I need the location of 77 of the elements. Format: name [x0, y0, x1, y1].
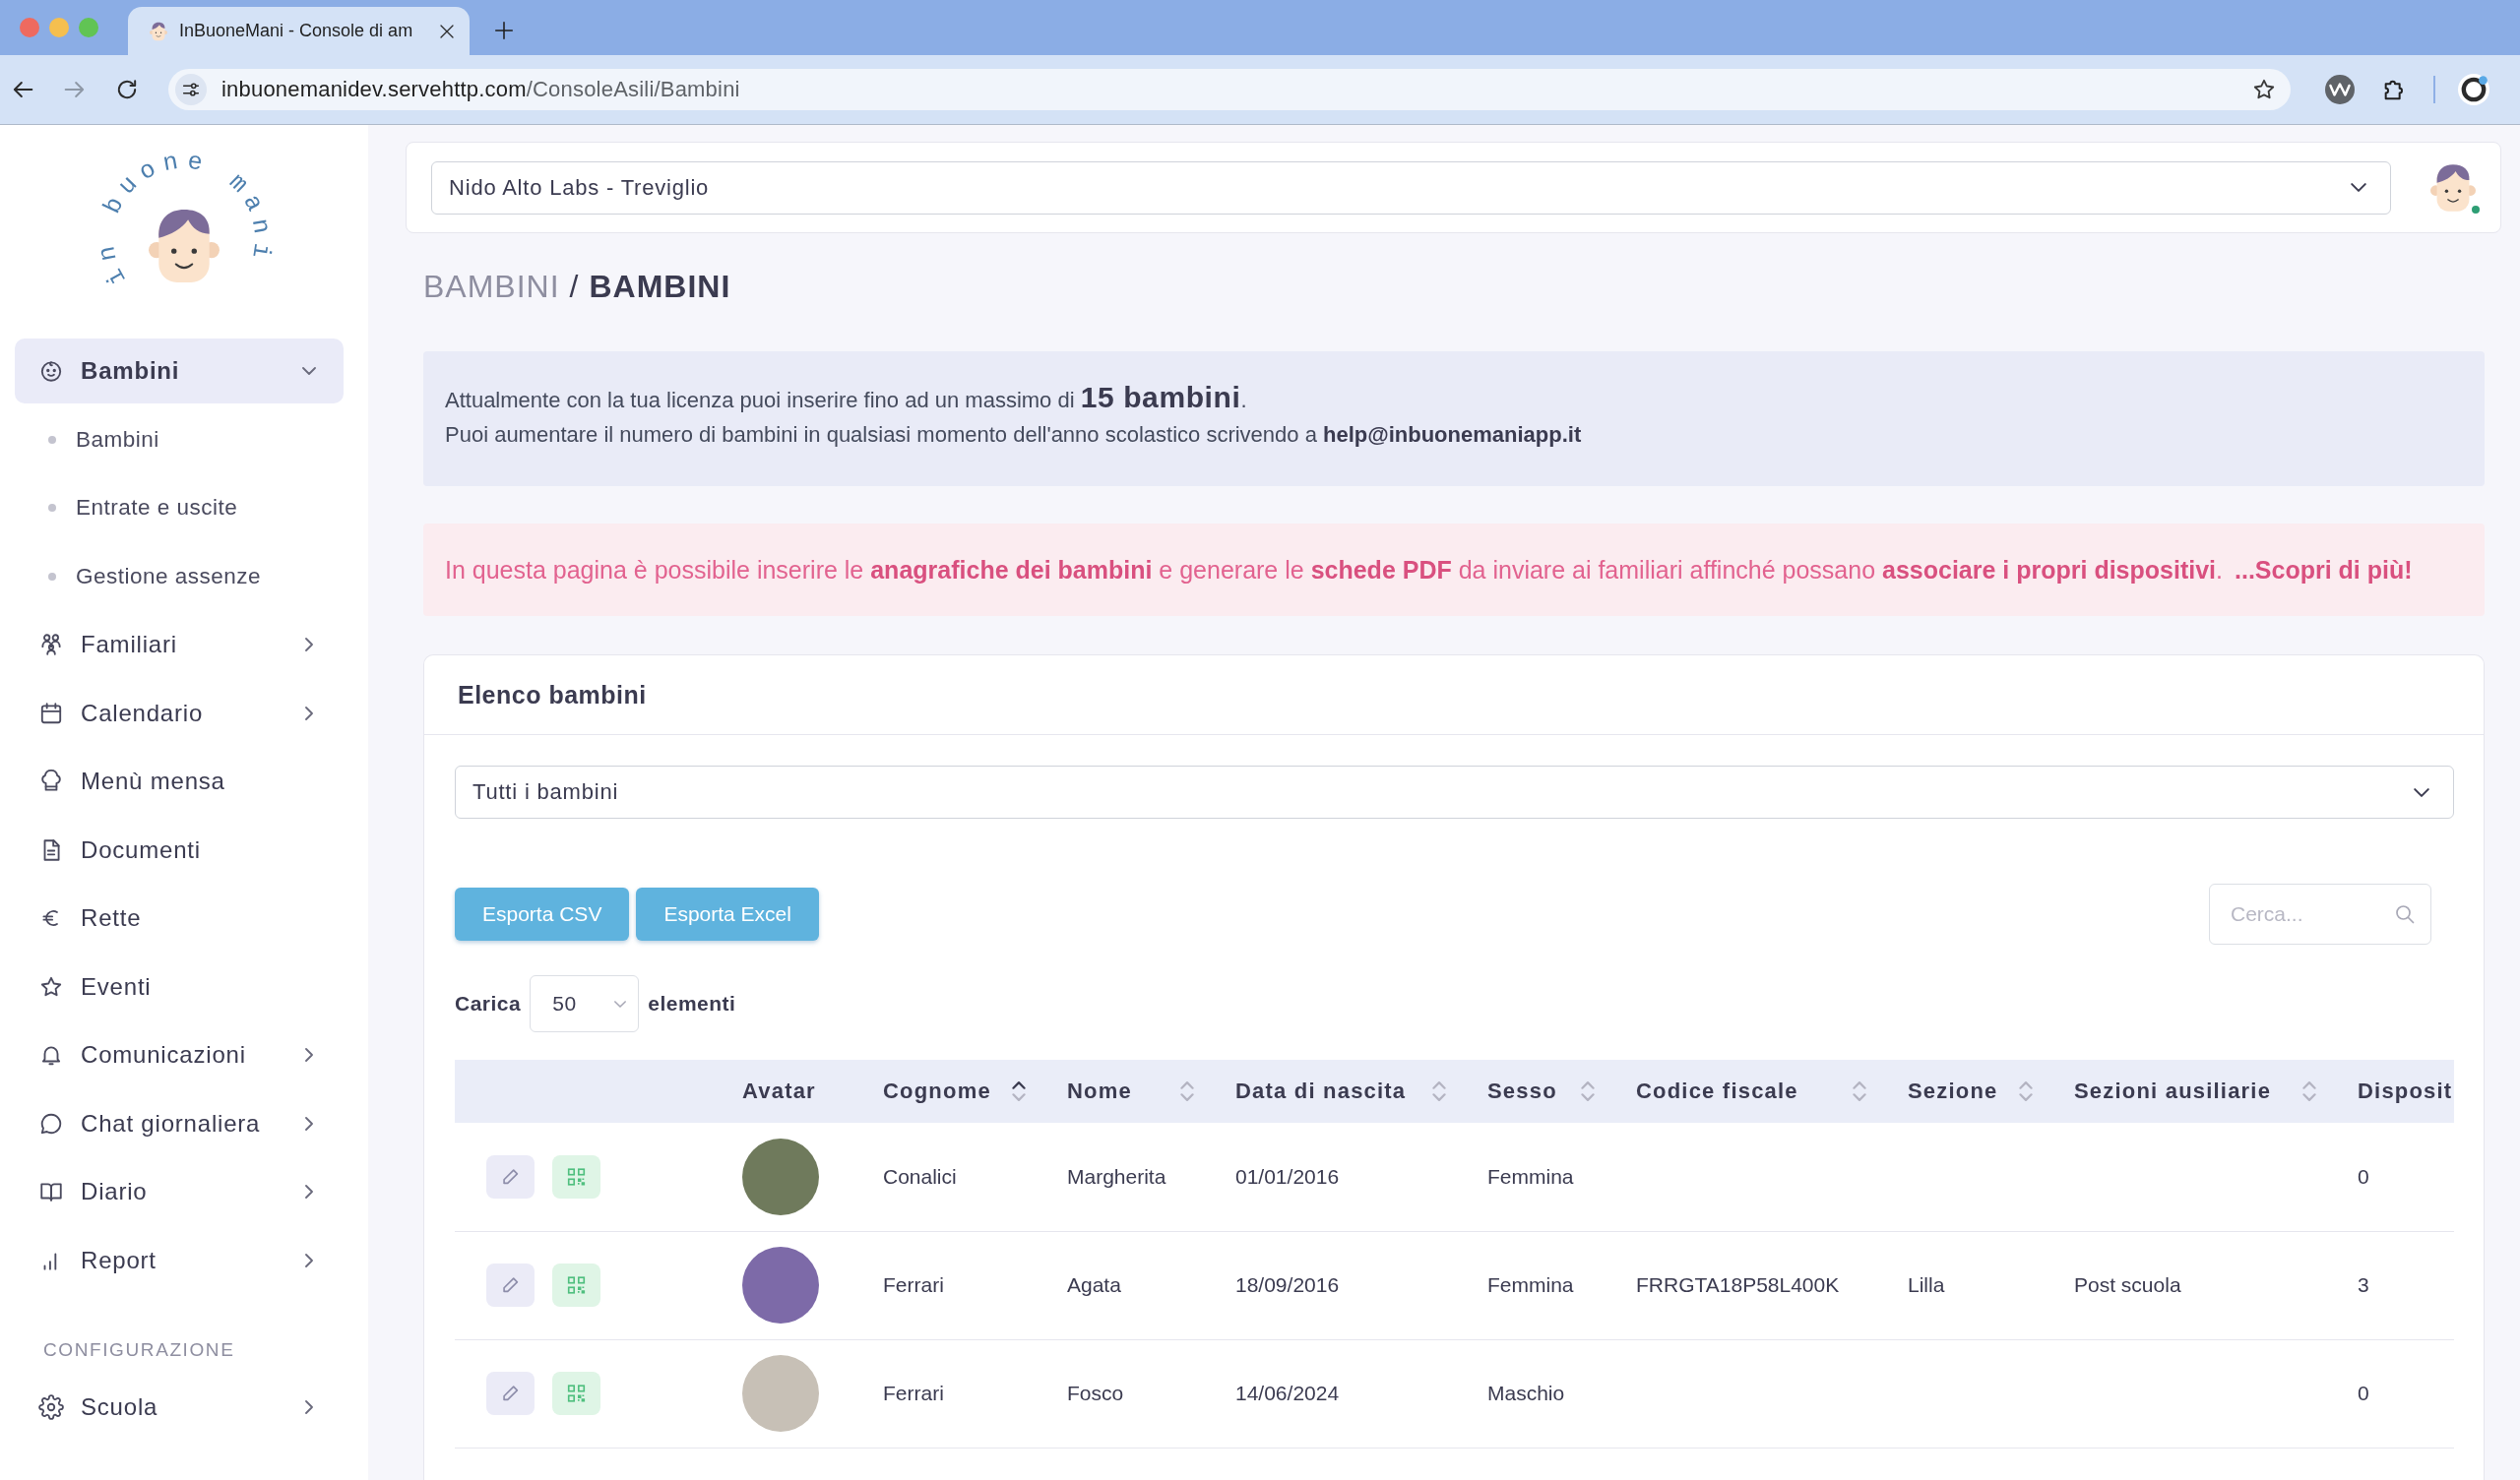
- nav-item[interactable]: Scuola: [15, 1374, 344, 1440]
- nav-item[interactable]: Comunicazioni: [15, 1022, 344, 1087]
- nav-item[interactable]: Menù mensa: [15, 749, 344, 814]
- chevron-down-icon: [2414, 787, 2429, 797]
- table-cell: Maschio: [1487, 1382, 1565, 1404]
- nav-item[interactable]: Eventi: [15, 954, 344, 1019]
- window-close-button[interactable]: [20, 18, 39, 37]
- breadcrumb-separator: /: [569, 268, 580, 305]
- edit-pencil-button[interactable]: [486, 1154, 535, 1199]
- gear-icon: [38, 1393, 64, 1420]
- table-cell: Margherita: [1067, 1164, 1166, 1188]
- column-header: Avatar: [742, 1079, 816, 1104]
- table-cell: Ferrari: [883, 1382, 944, 1404]
- chevron-down-icon: [614, 1000, 627, 1008]
- address-url: inbuonemanidev.servehttp.com/ConsoleAsili/Bambini: [221, 77, 741, 102]
- profile-ring-icon[interactable]: [2458, 74, 2489, 105]
- cartoon-face-icon: [150, 21, 167, 41]
- qr-code-button[interactable]: [552, 1264, 600, 1307]
- column-header[interactable]: Nome: [1067, 1079, 1132, 1104]
- table-cell: Fosco: [1067, 1382, 1124, 1404]
- bullet-dot-icon: [48, 572, 56, 581]
- card-title: Elenco bambini: [458, 680, 647, 709]
- school-select[interactable]: Nido Alto Labs - Treviglio: [431, 160, 2391, 215]
- calendar-icon: [38, 700, 64, 726]
- table-cell: Ferrari: [883, 1273, 944, 1296]
- license-text: Puoi aumentare il numero di bambini in qualsiasi momento dell'anno scolastico scrivendo a help@inbuonemaniapp.it: [445, 422, 1582, 447]
- page-length-suffix: elementi: [648, 992, 736, 1016]
- table-cell: Agata: [1067, 1273, 1121, 1296]
- table-cell: Femmina: [1487, 1273, 1574, 1296]
- page-length-label: Carica: [455, 992, 522, 1016]
- chevron-down-icon: [2351, 183, 2366, 192]
- table-cell: Post scuola: [2074, 1273, 2181, 1296]
- qr-code-button[interactable]: [552, 1372, 600, 1415]
- column-header[interactable]: Sesso: [1487, 1079, 1557, 1104]
- table-cell: FRRGTA18P58L400K: [1636, 1273, 1840, 1296]
- nav-item[interactable]: Bambini: [15, 339, 344, 403]
- notice-text: In questa pagina è possibile inserire le anagrafiche dei bambini e generare le schede PDF da inviare ai familiari affinché possano associare i propri dispositivi.: [445, 556, 2223, 584]
- nav-item[interactable]: Calendario: [15, 680, 344, 746]
- table-cell: 01/01/2016: [1235, 1164, 1340, 1188]
- chef-hat-icon: [38, 769, 64, 794]
- table-cell: 0: [2358, 1164, 2369, 1188]
- nav-section-heading: CONFIGURAZIONE: [43, 1337, 236, 1362]
- site-settings-icon[interactable]: [175, 74, 207, 105]
- table-cell: Conalici: [883, 1164, 957, 1188]
- breadcrumb-item: BAMBINI: [589, 268, 731, 305]
- nav-item[interactable]: Report: [15, 1227, 344, 1293]
- nav-item[interactable]: Chat giornaliera: [15, 1090, 344, 1156]
- license-text: Attualmente con la tua licenza puoi inserire fino ad un massimo di 15 bambini.: [445, 388, 1247, 412]
- table-cell: 14/06/2024: [1235, 1382, 1340, 1404]
- window-minimize-button[interactable]: [49, 18, 69, 37]
- search-field[interactable]: Cerca...: [2209, 884, 2431, 945]
- table-cell: 18/09/2016: [1235, 1273, 1340, 1296]
- edit-pencil-button[interactable]: [486, 1264, 535, 1307]
- wave-circle-icon[interactable]: [2325, 75, 2355, 104]
- edit-pencil-button[interactable]: [486, 1372, 535, 1415]
- nav-subitem[interactable]: Entrate e uscite: [15, 475, 344, 540]
- nav-item[interactable]: Diario: [15, 1159, 344, 1224]
- nav-item[interactable]: Documenti: [15, 817, 344, 883]
- address-bar[interactable]: inbuonemanidev.servehttp.com/ConsoleAsili/Bambini: [168, 69, 2291, 110]
- nav-subitem[interactable]: Bambini: [15, 406, 344, 472]
- column-header: Disposit: [2358, 1079, 2453, 1104]
- bullet-dot-icon: [48, 435, 56, 444]
- nav-item[interactable]: Rette: [15, 886, 344, 951]
- nav-item[interactable]: Familiari: [15, 612, 344, 677]
- search-icon: [2393, 902, 2417, 926]
- qr-code-button[interactable]: [552, 1154, 600, 1199]
- nav-subitem[interactable]: Gestione assenze: [15, 543, 344, 609]
- table-cell: Lilla: [1908, 1273, 1945, 1296]
- page-length-select[interactable]: 50: [530, 975, 640, 1032]
- user-avatar-icon: [2430, 163, 2476, 212]
- bullet-dot-icon: [48, 504, 56, 512]
- new-tab-icon[interactable]: [493, 20, 515, 41]
- table-cell: Femmina: [1487, 1164, 1574, 1188]
- children-filter-select[interactable]: Tutti i bambini: [455, 766, 2454, 819]
- browser-tab[interactable]: InBuoneMani - Console di am: [128, 7, 470, 55]
- table-cell: 3: [2358, 1273, 2369, 1296]
- table-cell: 0: [2358, 1382, 2369, 1404]
